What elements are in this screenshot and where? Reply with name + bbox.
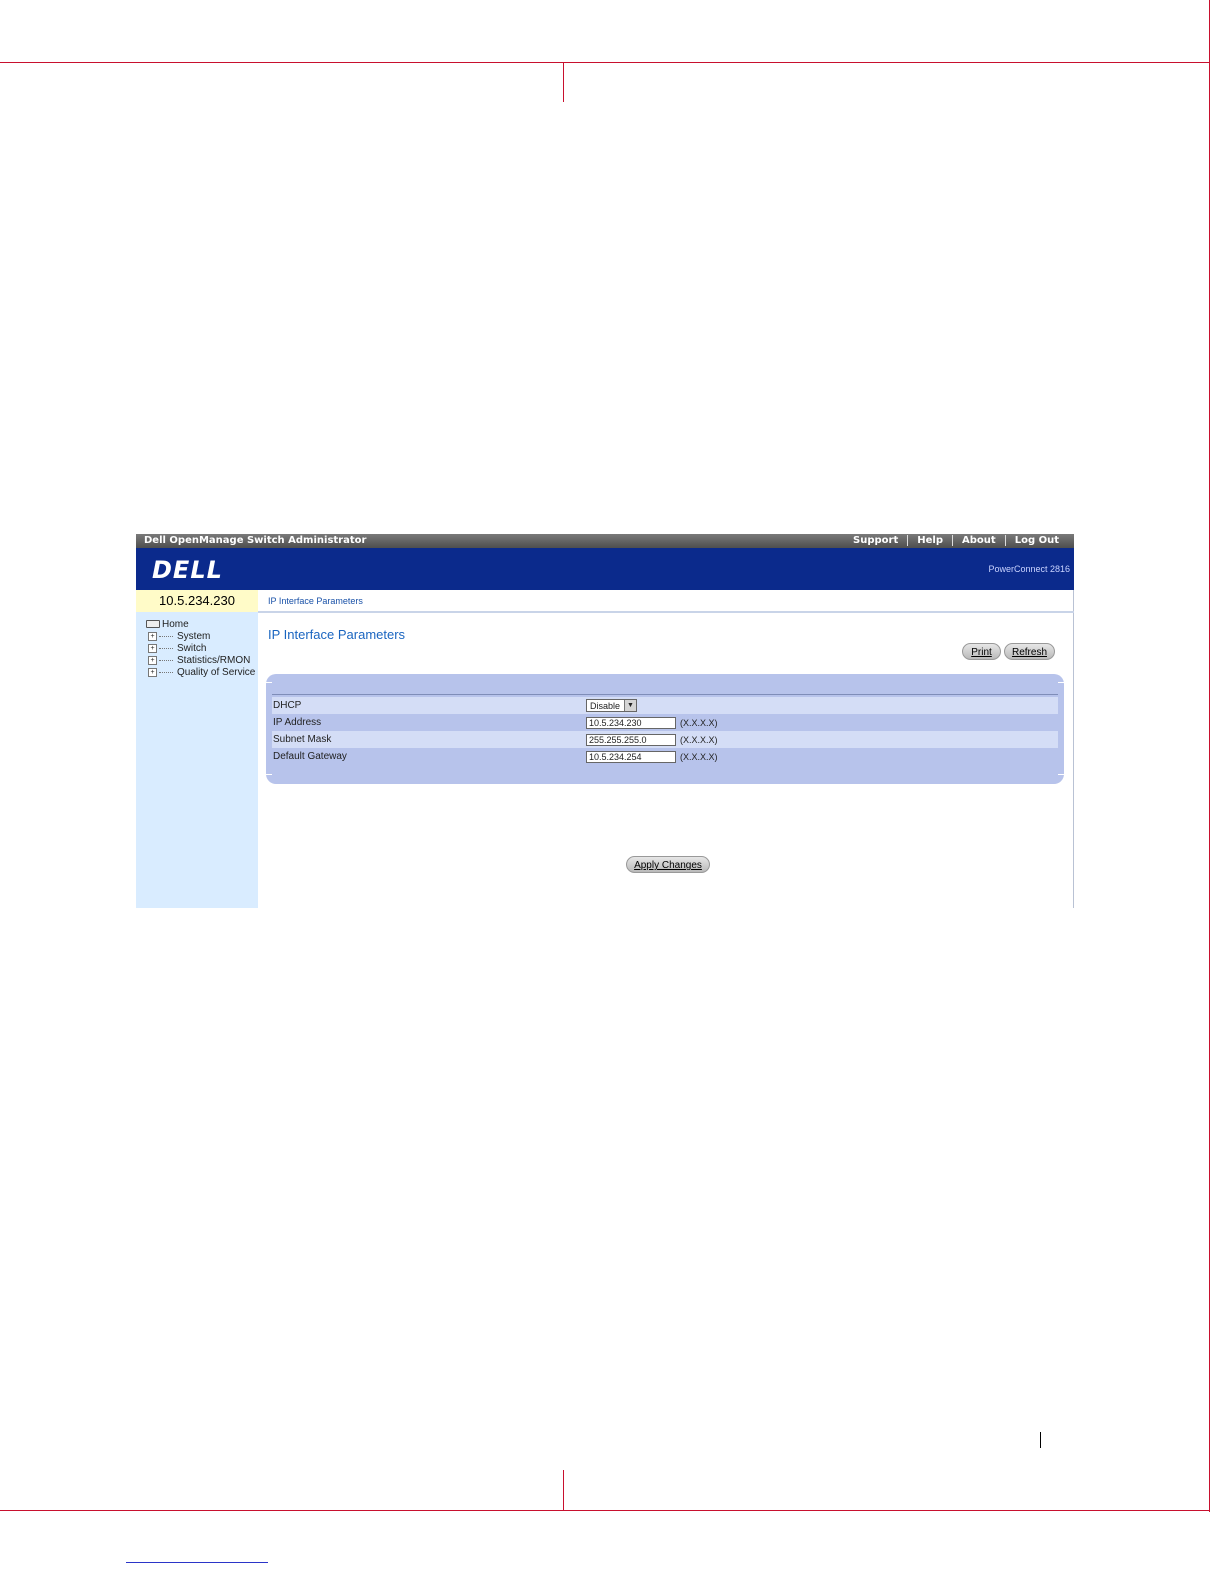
- header-banner: DELL PowerConnect 2816: [136, 548, 1074, 590]
- tree-connector: [159, 647, 173, 649]
- ip-address-input[interactable]: 10.5.234.230: [586, 716, 676, 729]
- tree-item-quality-of-service[interactable]: + Quality of Service: [146, 666, 255, 678]
- tree-item-label: Quality of Service: [177, 666, 256, 678]
- home-icon: [146, 620, 160, 628]
- subnet-mask-format-hint: (X.X.X.X): [680, 734, 718, 745]
- support-link[interactable]: Support: [844, 535, 907, 546]
- row-subnet-mask: Subnet Mask 255.255.255.0 (X.X.X.X): [272, 731, 1058, 748]
- expand-plus-icon[interactable]: +: [148, 631, 157, 641]
- top-links: Support Help About Log Out: [844, 535, 1068, 546]
- breadcrumb[interactable]: IP Interface Parameters: [258, 590, 1074, 613]
- frame-center-bottom-mark: [563, 1470, 564, 1510]
- model-name: PowerConnect 2816: [988, 564, 1070, 574]
- tree-connector: [159, 671, 173, 673]
- tree-item-system[interactable]: + System: [146, 630, 255, 642]
- apply-changes-button[interactable]: Apply Changes: [626, 856, 710, 873]
- subnet-mask-input[interactable]: 255.255.255.0: [586, 733, 676, 746]
- expand-plus-icon[interactable]: +: [148, 643, 157, 653]
- tree-item-label: System: [177, 630, 211, 642]
- tree-item-label: Statistics/RMON: [177, 654, 251, 666]
- frame-top-line: [0, 62, 1210, 63]
- panel-corner-mark: [1058, 682, 1064, 683]
- parameters-table: DHCP Disable ▼ IP Address 10.5.234.230 (…: [272, 697, 1058, 765]
- panel-corner-mark: [1058, 774, 1064, 775]
- sidebar: 10.5.234.230 Home + System + Switch + St…: [136, 590, 258, 908]
- top-bar: Dell OpenManage Switch Administrator Sup…: [136, 534, 1074, 548]
- logout-link[interactable]: Log Out: [1004, 535, 1068, 546]
- dropdown-arrow-icon[interactable]: ▼: [624, 700, 636, 711]
- tree-connector: [159, 635, 173, 637]
- panel-corner-mark: [266, 682, 272, 683]
- tree-item-statistics-rmon[interactable]: + Statistics/RMON: [146, 654, 255, 666]
- device-ip: 10.5.234.230: [136, 590, 258, 612]
- tree-item-home[interactable]: Home: [146, 618, 255, 630]
- panel-divider: [272, 694, 1058, 695]
- nav-tree: Home + System + Switch + Statistics/RMON…: [146, 618, 255, 678]
- tree-connector: [159, 659, 173, 661]
- print-button[interactable]: Print: [962, 643, 1001, 660]
- default-gateway-format-hint: (X.X.X.X): [680, 751, 718, 762]
- expand-plus-icon[interactable]: +: [148, 655, 157, 665]
- ip-address-format-hint: (X.X.X.X): [680, 717, 718, 728]
- refresh-button[interactable]: Refresh: [1004, 643, 1055, 660]
- main-content: IP Interface Parameters IP Interface Par…: [258, 590, 1074, 908]
- tree-item-switch[interactable]: + Switch: [146, 642, 255, 654]
- dell-logo: DELL: [152, 556, 223, 584]
- frame-right-line: [1209, 0, 1210, 1512]
- expand-plus-icon[interactable]: +: [148, 667, 157, 677]
- dhcp-label: DHCP: [273, 700, 302, 711]
- row-ip-address: IP Address 10.5.234.230 (X.X.X.X): [272, 714, 1058, 731]
- row-dhcp: DHCP Disable ▼: [272, 697, 1058, 714]
- page-title: IP Interface Parameters: [268, 627, 406, 642]
- frame-bottom-line: [0, 1510, 1210, 1511]
- tree-item-label: Switch: [177, 642, 207, 654]
- default-gateway-label: Default Gateway: [273, 751, 347, 762]
- dhcp-selected-value: Disable: [590, 700, 621, 711]
- dhcp-select[interactable]: Disable ▼: [586, 699, 637, 712]
- switch-admin-screenshot: Dell OpenManage Switch Administrator Sup…: [136, 534, 1074, 908]
- page-number-tick: [1040, 1432, 1041, 1448]
- tree-item-home-label: Home: [162, 618, 189, 630]
- parameters-panel: DHCP Disable ▼ IP Address 10.5.234.230 (…: [266, 674, 1064, 784]
- default-gateway-input[interactable]: 10.5.234.254: [586, 750, 676, 763]
- row-default-gateway: Default Gateway 10.5.234.254 (X.X.X.X): [272, 748, 1058, 765]
- ip-address-label: IP Address: [273, 717, 322, 728]
- subnet-mask-label: Subnet Mask: [273, 734, 332, 745]
- frame-center-top-mark: [563, 62, 564, 102]
- footer-link-line: [126, 1562, 268, 1563]
- about-link[interactable]: About: [952, 535, 1005, 546]
- app-title: Dell OpenManage Switch Administrator: [144, 535, 367, 546]
- panel-corner-mark: [266, 774, 272, 775]
- help-link[interactable]: Help: [907, 535, 952, 546]
